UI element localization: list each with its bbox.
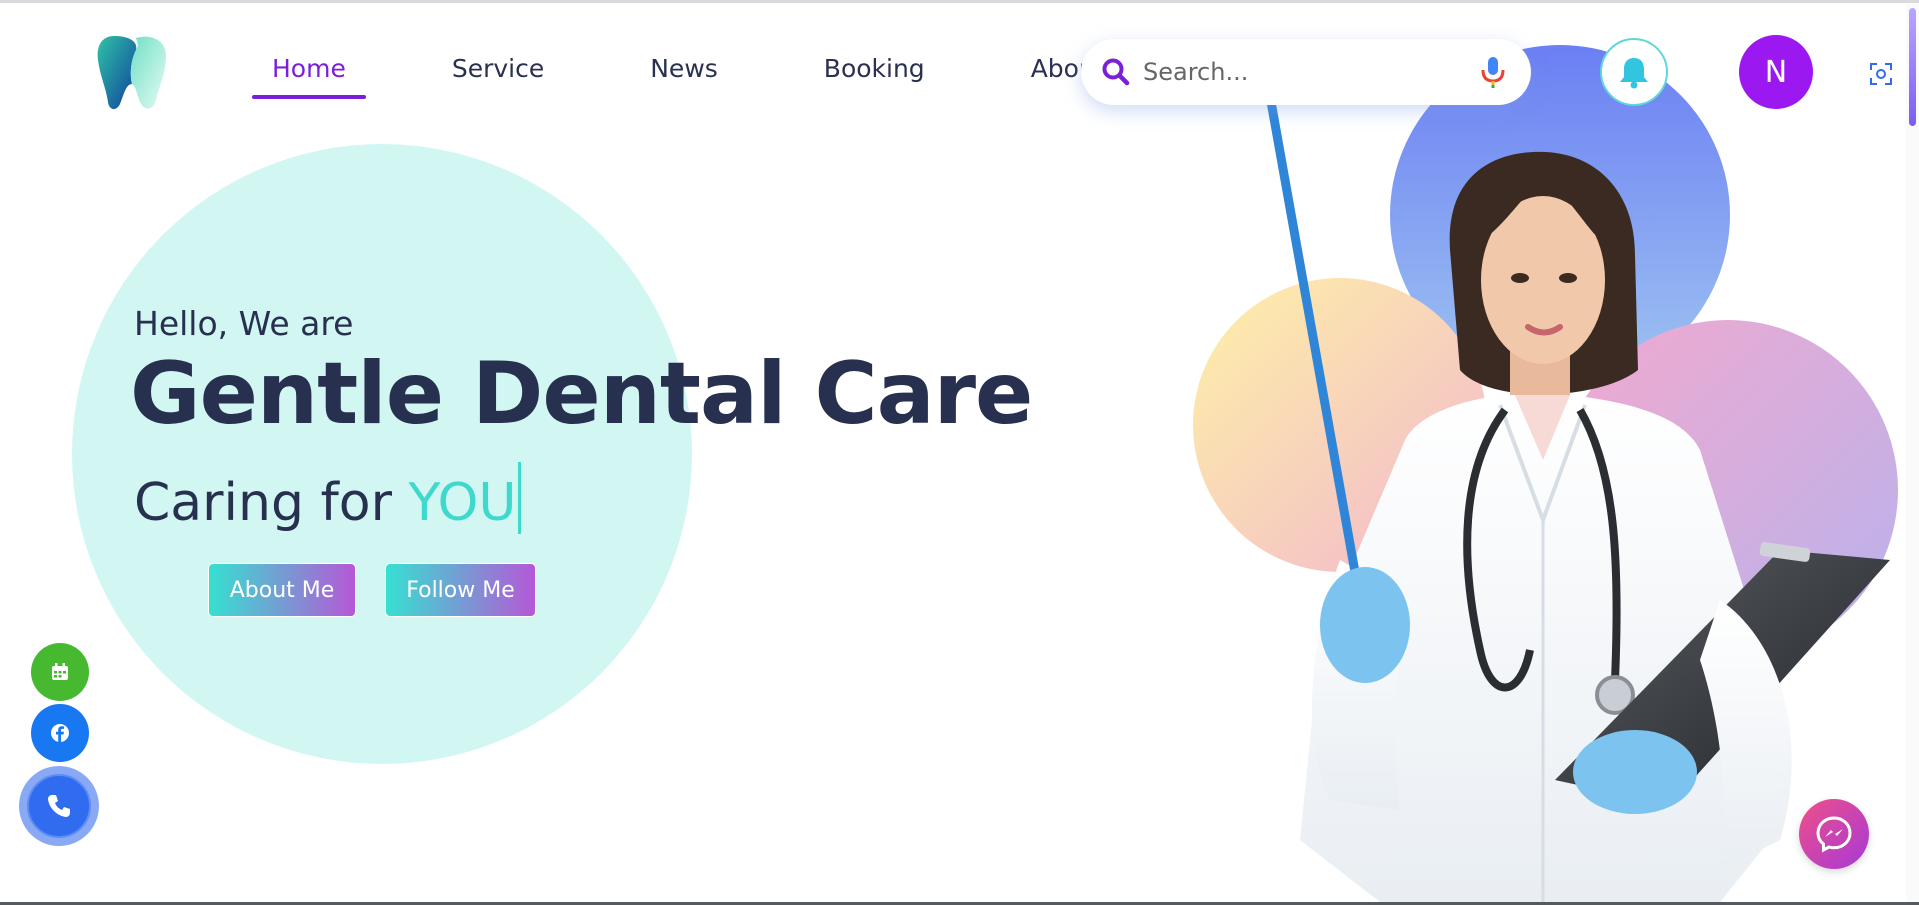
- hero-background-circle: [72, 144, 692, 764]
- scrollbar-track[interactable]: [1906, 3, 1919, 902]
- hero-title: Gentle Dental Care: [130, 344, 1033, 444]
- search-bar: [1081, 39, 1531, 105]
- calendar-button[interactable]: [31, 643, 89, 701]
- tagline-typed-word: YOU: [408, 473, 517, 533]
- search-icon[interactable]: [1101, 57, 1131, 87]
- follow-me-button[interactable]: Follow Me: [385, 563, 536, 617]
- screen-capture-icon[interactable]: [1869, 62, 1893, 86]
- scrollbar-thumb[interactable]: [1909, 8, 1916, 126]
- phone-button[interactable]: [19, 766, 99, 846]
- nav-booking[interactable]: Booking: [804, 50, 945, 99]
- facebook-icon: [51, 724, 69, 742]
- facebook-button[interactable]: [31, 704, 89, 762]
- mic-icon[interactable]: [1479, 55, 1507, 89]
- phone-icon: [48, 795, 70, 817]
- tagline-prefix: Caring for: [134, 473, 409, 533]
- top-border: [0, 0, 1919, 3]
- messenger-icon: [1816, 816, 1852, 853]
- nav-news[interactable]: News: [630, 50, 738, 99]
- hero-greeting: Hello, We are: [134, 304, 354, 343]
- phone-button-inner[interactable]: [27, 774, 91, 838]
- nav-home[interactable]: Home: [252, 50, 366, 99]
- notification-button[interactable]: [1600, 38, 1668, 106]
- doctor-illustration: [1193, 40, 1898, 902]
- tooth-logo[interactable]: [96, 32, 168, 114]
- bell-icon: [1620, 58, 1648, 89]
- calendar-icon: [52, 663, 68, 680]
- avatar[interactable]: N: [1739, 35, 1813, 109]
- about-me-button[interactable]: About Me: [208, 563, 356, 617]
- hero-tagline: Caring for YOU: [134, 462, 522, 534]
- typing-cursor: [518, 462, 522, 534]
- nav-service[interactable]: Service: [432, 50, 564, 99]
- search-input[interactable]: [1143, 58, 1479, 86]
- messenger-button[interactable]: [1799, 799, 1869, 869]
